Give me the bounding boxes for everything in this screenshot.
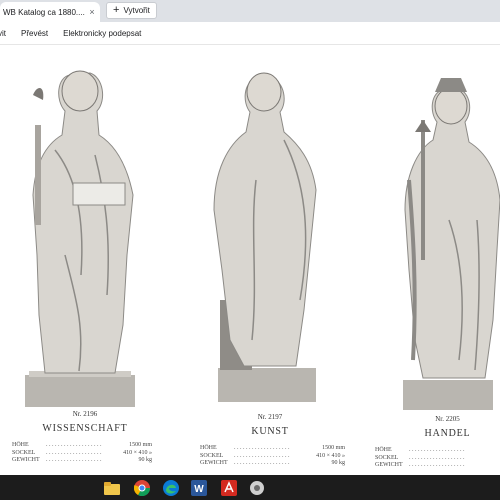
- spec-table-handel: HÖHE . . . . . . . . . . . . . . . . . .…: [375, 447, 500, 470]
- catalog-entry-wissenschaft: Nr. 2196 WISSENSCHAFT: [25, 410, 145, 434]
- spec-value: 1500 mm: [129, 442, 152, 448]
- leader-dots: . . . . . . . . . . . . . . . . . . .: [234, 452, 290, 459]
- taskbar: W: [0, 475, 500, 500]
- toolbar-item-convert[interactable]: Převést: [21, 29, 48, 38]
- spec-row: SOCKEL . . . . . . . . . . . . . . . . .…: [12, 450, 152, 458]
- spec-row: SOCKEL . . . . . . . . . . . . . . . . .…: [375, 455, 500, 463]
- catalog-number: Nr. 2196: [72, 410, 98, 418]
- leader-dots: . . . . . . . . . . . . . . . . . . .: [46, 457, 102, 463]
- tab-title: WB Katalog ca 1880....: [3, 7, 85, 17]
- spec-table-kunst: HÖHE . . . . . . . . . . . . . . . . . .…: [200, 445, 345, 468]
- new-tab-button[interactable]: + Vytvořit: [106, 2, 157, 19]
- chrome-icon[interactable]: [133, 479, 151, 497]
- acrobat-icon[interactable]: [220, 479, 238, 497]
- statue-image-handel: [403, 78, 500, 410]
- catalog-number: Nr. 2197: [257, 413, 283, 421]
- spec-row: HÖHE . . . . . . . . . . . . . . . . . .…: [200, 445, 345, 453]
- spec-row: GEWICHT . . . . . . . . . . . . . . . . …: [200, 460, 345, 468]
- spec-row: GEWICHT . . . . . . . . . . . . . . . . …: [12, 457, 152, 465]
- tab-wb-katalog[interactable]: WB Katalog ca 1880.... ×: [0, 2, 100, 22]
- spec-row: HÖHE . . . . . . . . . . . . . . . . . .…: [12, 442, 152, 450]
- spec-row: HÖHE . . . . . . . . . . . . . . . . . .…: [375, 447, 500, 455]
- spec-label: HÖHE: [12, 442, 29, 448]
- spec-label: GEWICHT: [375, 462, 403, 468]
- spec-label: SOCKEL: [200, 452, 224, 459]
- catalog-title: KUNST: [251, 426, 289, 437]
- catalog-title: WISSENSCHAFT: [42, 423, 128, 434]
- spec-label: GEWICHT: [12, 457, 40, 463]
- close-icon[interactable]: ×: [86, 7, 98, 17]
- leader-dots: . . . . . . . . . . . . . . . . . . .: [409, 462, 465, 468]
- statue-image-kunst: [213, 72, 317, 402]
- browser-tab-strip: WB Katalog ca 1880.... × + Vytvořit: [0, 0, 500, 22]
- spec-value: 90 kg: [331, 460, 346, 466]
- spec-value: 410 × 410 »: [123, 449, 152, 456]
- spec-value: 410 × 410 »: [316, 452, 345, 459]
- catalog-entry-kunst: Nr. 2197 KUNST: [210, 413, 330, 437]
- svg-text:W: W: [194, 484, 204, 495]
- toolbar-item-e-sign[interactable]: Elektronicky podepsat: [63, 29, 141, 38]
- spec-label: SOCKEL: [375, 454, 399, 461]
- spec-label: GEWICHT: [200, 460, 228, 466]
- spec-value: 90 kg: [138, 457, 153, 463]
- spec-table-wissenschaft: HÖHE . . . . . . . . . . . . . . . . . .…: [12, 442, 152, 465]
- leader-dots: . . . . . . . . . . . . . . . . . . .: [409, 454, 465, 461]
- pdf-toolbar: vit Převést Elektronicky podepsat: [0, 22, 500, 45]
- edge-icon[interactable]: [162, 479, 180, 497]
- toolbar-item-vit[interactable]: vit: [0, 29, 6, 38]
- statue-image-wissenschaft: [25, 70, 135, 407]
- leader-dots: . . . . . . . . . . . . . . . . . . .: [409, 447, 465, 453]
- catalog-number: Nr. 2205: [435, 415, 460, 423]
- spec-row: GEWICHT . . . . . . . . . . . . . . . . …: [375, 462, 500, 470]
- spec-label: SOCKEL: [12, 449, 36, 456]
- leader-dots: . . . . . . . . . . . . . . . . . . .: [234, 445, 290, 451]
- file-explorer-icon[interactable]: [103, 479, 121, 497]
- word-icon[interactable]: W: [190, 479, 208, 497]
- catalog-entry-handel: Nr. 2205 HANDEL: [395, 415, 500, 439]
- spec-label: HÖHE: [200, 445, 217, 451]
- spec-row: SOCKEL . . . . . . . . . . . . . . . . .…: [200, 453, 345, 461]
- spec-value: 1500 mm: [322, 445, 345, 451]
- leader-dots: . . . . . . . . . . . . . . . . . . .: [234, 460, 290, 466]
- app-icon[interactable]: [248, 479, 266, 497]
- spec-label: HÖHE: [375, 447, 392, 453]
- plus-icon: +: [113, 4, 120, 16]
- new-tab-label: Vytvořit: [123, 6, 150, 15]
- leader-dots: . . . . . . . . . . . . . . . . . . .: [46, 449, 102, 456]
- catalog-title: HANDEL: [424, 428, 471, 439]
- document-page: Nr. 2196 WISSENSCHAFT HÖHE . . . . . . .…: [0, 45, 500, 475]
- leader-dots: . . . . . . . . . . . . . . . . . . .: [46, 442, 102, 448]
